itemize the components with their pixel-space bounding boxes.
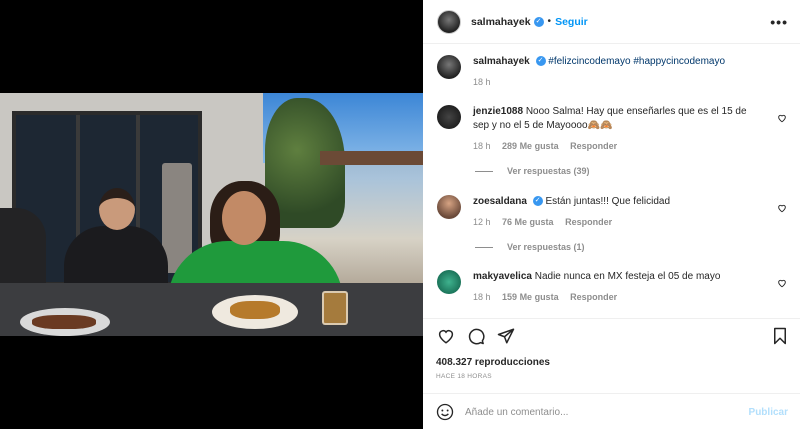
caption-time: 18 h <box>473 77 491 87</box>
caption-username[interactable]: salmahayek <box>473 56 530 67</box>
heart-icon[interactable] <box>777 203 787 213</box>
comment-item: zoesaldana ✓ Están juntas!!! Que felicid… <box>437 195 787 229</box>
post-header: salmahayek ✓ • Seguir ••• <box>423 0 800 44</box>
comment-icon[interactable] <box>467 327 485 345</box>
caption-hashtags[interactable]: #felizcincodemayo #happycincodemayo <box>548 56 725 67</box>
photo-food <box>32 315 96 329</box>
verified-icon: ✓ <box>532 196 543 207</box>
comment-username[interactable]: zoesaldana <box>473 196 527 207</box>
comment-composer: Publicar <box>423 393 800 429</box>
more-options-button[interactable]: ••• <box>770 14 788 30</box>
view-replies-button[interactable]: Ver respuestas (1) <box>475 242 585 252</box>
view-count[interactable]: 408.327 reproducciones <box>436 357 550 368</box>
heart-icon[interactable] <box>777 278 787 288</box>
avatar[interactable] <box>437 270 461 294</box>
comment-time: 18 h <box>473 292 491 302</box>
comment-item: makyavelica Nadie nunca en MX festeja el… <box>437 270 787 304</box>
verified-icon: ✓ <box>533 16 544 27</box>
heart-icon[interactable] <box>777 113 787 123</box>
comment-input[interactable] <box>465 406 749 418</box>
heart-icon[interactable] <box>437 327 455 345</box>
photo-food <box>230 301 280 319</box>
comment-text: Nadie nunca en MX festeja el 05 de mayo <box>534 271 721 282</box>
post-video[interactable] <box>0 93 423 336</box>
comment-username[interactable]: jenzie1088 <box>473 106 523 117</box>
avatar[interactable] <box>437 195 461 219</box>
action-bar <box>437 327 789 347</box>
comment-likes[interactable]: 76 Me gusta <box>502 217 554 227</box>
publish-button[interactable]: Publicar <box>749 407 788 418</box>
comments-list[interactable]: salmahayek ✓ #felizcincodemayo #happycin… <box>423 45 800 317</box>
post-actions: 408.327 reproducciones HACE 18 HORAS Pub… <box>423 318 800 429</box>
author-avatar[interactable] <box>437 9 461 34</box>
comment-time: 18 h <box>473 141 491 151</box>
follow-button[interactable]: Seguir <box>555 16 588 28</box>
author-username[interactable]: salmahayek <box>471 16 531 28</box>
avatar[interactable] <box>437 105 461 129</box>
verified-icon: ✓ <box>535 56 546 67</box>
comment-username[interactable]: makyavelica <box>473 271 532 282</box>
bookmark-icon[interactable] <box>771 327 789 345</box>
comment-likes[interactable]: 289 Me gusta <box>502 141 559 151</box>
photo-pergola <box>320 151 423 165</box>
reply-button[interactable]: Responder <box>570 292 617 302</box>
comment-time: 12 h <box>473 217 491 227</box>
reply-button[interactable]: Responder <box>570 141 617 151</box>
post-details-panel: salmahayek ✓ • Seguir ••• salmahayek ✓ #… <box>423 0 800 429</box>
comment-text: Están juntas!!! Que felicidad <box>545 196 671 207</box>
comment-item: jenzie1088 Nooo Salma! Hay que enseñarle… <box>437 105 787 153</box>
separator-dot: • <box>547 16 552 27</box>
photo-glass <box>322 291 348 325</box>
view-replies-button[interactable]: Ver respuestas (39) <box>475 166 590 176</box>
reply-button[interactable]: Responder <box>565 217 612 227</box>
share-icon[interactable] <box>497 327 515 345</box>
media-pane <box>0 0 423 429</box>
emoji-icon[interactable] <box>436 403 454 421</box>
post-timestamp: HACE 18 HORAS <box>436 373 492 380</box>
comment-likes[interactable]: 159 Me gusta <box>502 292 559 302</box>
avatar[interactable] <box>437 55 461 79</box>
caption: salmahayek ✓ #felizcincodemayo #happycin… <box>437 55 787 89</box>
